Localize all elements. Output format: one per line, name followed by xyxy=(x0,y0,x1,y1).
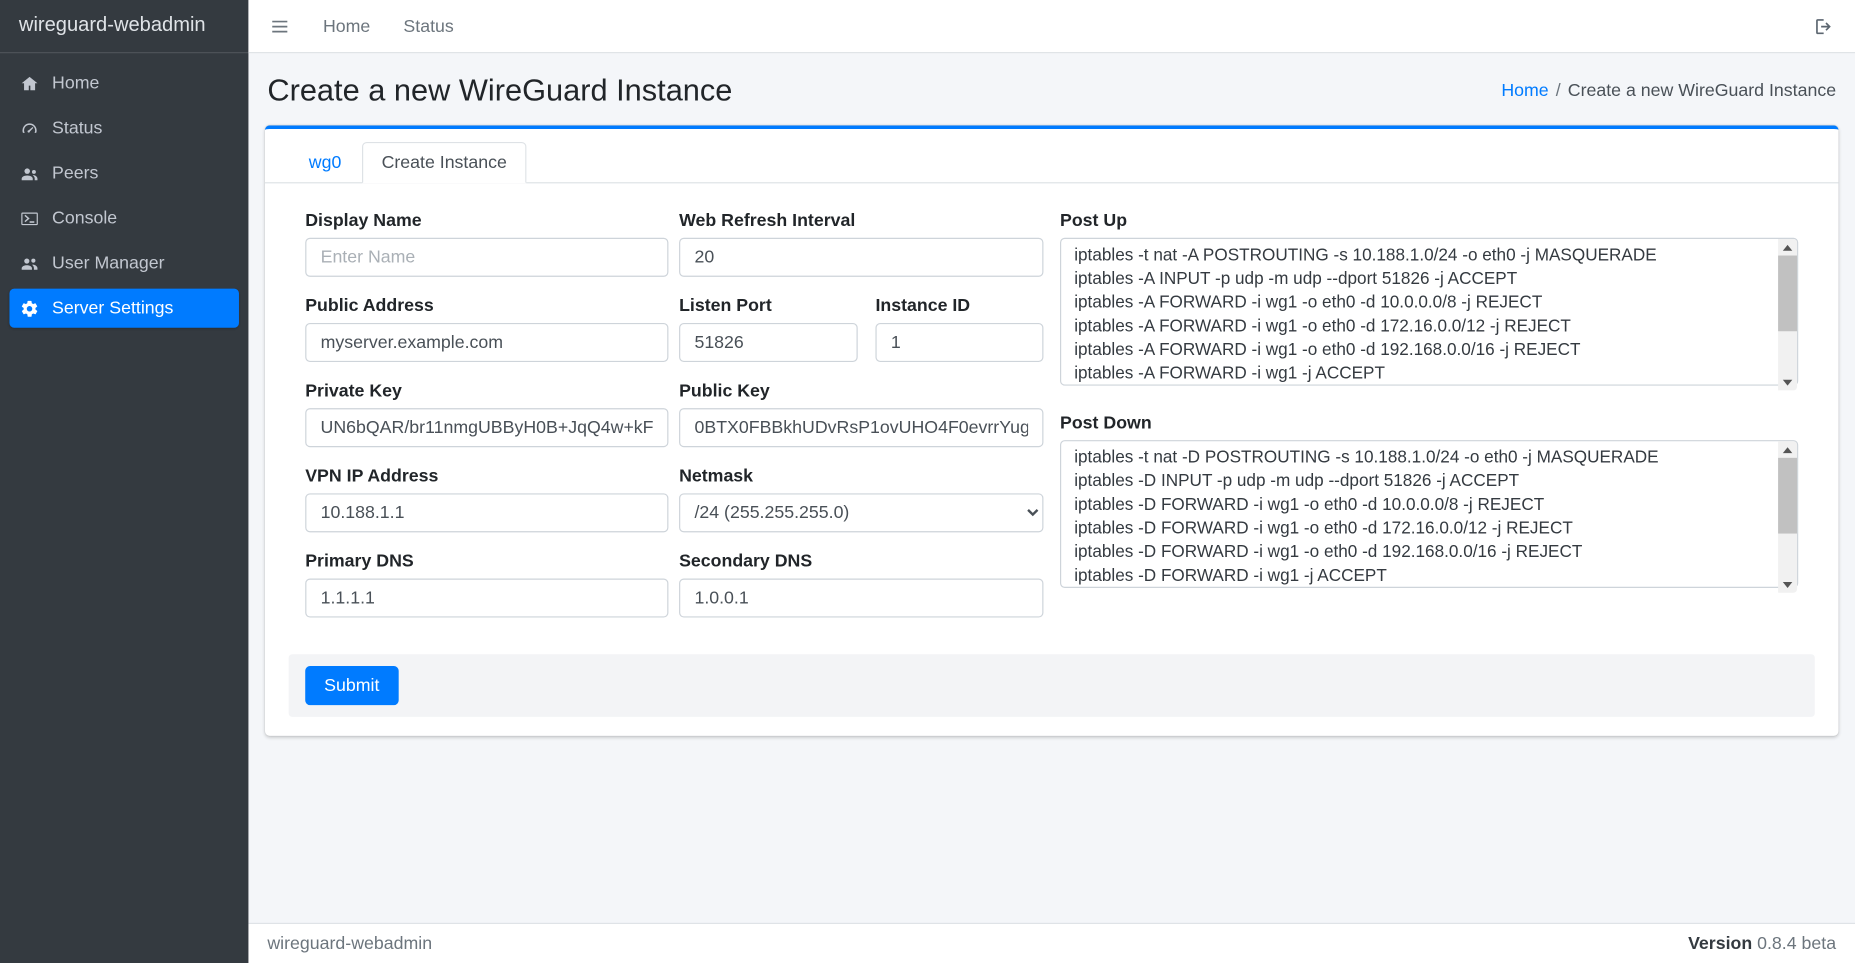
sidebar-item-label: Status xyxy=(52,118,102,138)
sidebar-item-user-manager[interactable]: User Manager xyxy=(9,244,239,283)
main-area: Home Status Create a new WireGuard Insta… xyxy=(248,0,1855,963)
page-header: Create a new WireGuard Instance Home / Cre… xyxy=(248,53,1855,125)
public-key-label: Public Key xyxy=(679,381,1043,401)
card-body: Display Name Web Refresh Interval xyxy=(265,183,1838,735)
scroll-up-icon[interactable] xyxy=(1778,239,1797,256)
content-spacer xyxy=(248,736,1855,923)
secondary-dns-field[interactable] xyxy=(679,579,1043,618)
public-address-label: Public Address xyxy=(305,296,668,316)
users-icon xyxy=(20,254,39,273)
form-left-columns: Display Name Web Refresh Interval xyxy=(305,211,1043,637)
netmask-select[interactable]: /24 (255.255.255.0) xyxy=(679,493,1043,532)
form-footer: Submit xyxy=(289,654,1815,717)
content-wrapper: Create a new WireGuard Instance Home / Cre… xyxy=(248,53,1855,963)
netmask-label: Netmask xyxy=(679,466,1043,486)
post-down-label: Post Down xyxy=(1060,413,1798,433)
terminal-icon xyxy=(20,209,39,228)
listen-port-field[interactable] xyxy=(679,323,858,362)
form-right-column: Post Up iptables -t nat -A POSTROUTING -… xyxy=(1060,211,1798,637)
scroll-down-icon[interactable] xyxy=(1778,576,1797,593)
scrollbar-thumb[interactable] xyxy=(1778,256,1797,332)
home-icon xyxy=(20,74,39,93)
sidebar-nav: Home Status Peers Console User Manager S… xyxy=(0,53,248,344)
vpn-ip-label: VPN IP Address xyxy=(305,466,668,486)
sidebar-item-console[interactable]: Console xyxy=(9,199,239,238)
peers-icon xyxy=(20,164,39,183)
tab-bar: wg0 Create Instance xyxy=(265,129,1838,183)
sidebar-item-label: Home xyxy=(52,73,99,93)
instance-card: wg0 Create Instance Display Name xyxy=(265,125,1838,735)
sidebar-item-label: Peers xyxy=(52,163,98,183)
brand-title: wireguard-webadmin xyxy=(0,0,248,53)
navbar-link-home[interactable]: Home xyxy=(323,16,370,36)
sidebar-item-home[interactable]: Home xyxy=(9,64,239,103)
secondary-dns-label: Secondary DNS xyxy=(679,551,1043,571)
scroll-down-icon[interactable] xyxy=(1778,374,1797,391)
page-title: Create a new WireGuard Instance xyxy=(267,72,732,109)
sidebar-item-status[interactable]: Status xyxy=(9,109,239,148)
version-text: Version 0.8.4 beta xyxy=(1688,933,1836,953)
sidebar-item-label: Console xyxy=(52,208,117,228)
breadcrumb-separator: / xyxy=(1556,80,1561,100)
breadcrumb: Home / Create a new WireGuard Instance xyxy=(1501,80,1836,100)
instance-id-field[interactable] xyxy=(875,323,1043,362)
listen-port-label: Listen Port xyxy=(679,296,858,316)
gear-icon xyxy=(20,299,39,318)
primary-dns-label: Primary DNS xyxy=(305,551,668,571)
private-key-label: Private Key xyxy=(305,381,668,401)
gauge-icon xyxy=(20,119,39,138)
web-refresh-interval-field[interactable] xyxy=(679,238,1043,277)
post-up-scrollbar[interactable] xyxy=(1778,239,1797,390)
version-label: Version xyxy=(1688,933,1752,953)
sidebar: wireguard-webadmin Home Status Peers Con… xyxy=(0,0,248,963)
instance-id-label: Instance ID xyxy=(875,296,1043,316)
instance-form: Display Name Web Refresh Interval xyxy=(289,211,1815,637)
sidebar-item-peers[interactable]: Peers xyxy=(9,154,239,193)
scrollbar-thumb[interactable] xyxy=(1778,458,1797,534)
display-name-label: Display Name xyxy=(305,211,668,231)
post-up-label: Post Up xyxy=(1060,211,1798,231)
public-address-field[interactable] xyxy=(305,323,668,362)
top-navbar: Home Status xyxy=(248,0,1855,53)
sidebar-item-label: User Manager xyxy=(52,253,164,273)
private-key-field[interactable] xyxy=(305,408,668,447)
post-down-scrollbar[interactable] xyxy=(1778,441,1797,592)
display-name-field[interactable] xyxy=(305,238,668,277)
post-up-textarea[interactable]: iptables -t nat -A POSTROUTING -s 10.188… xyxy=(1060,238,1798,386)
breadcrumb-current: Create a new WireGuard Instance xyxy=(1568,80,1836,100)
navbar-link-status[interactable]: Status xyxy=(403,16,453,36)
hamburger-icon[interactable] xyxy=(270,16,290,36)
scroll-up-icon[interactable] xyxy=(1778,441,1797,458)
post-down-textarea[interactable]: iptables -t nat -D POSTROUTING -s 10.188… xyxy=(1060,440,1798,588)
breadcrumb-home-link[interactable]: Home xyxy=(1501,80,1548,100)
version-value: 0.8.4 beta xyxy=(1757,933,1836,953)
tab-wg0[interactable]: wg0 xyxy=(289,142,362,183)
tab-create-instance[interactable]: Create Instance xyxy=(361,142,527,183)
sign-out-icon[interactable] xyxy=(1814,16,1834,36)
vpn-ip-field[interactable] xyxy=(305,493,668,532)
sidebar-item-server-settings[interactable]: Server Settings xyxy=(9,289,239,328)
sidebar-item-label: Server Settings xyxy=(52,298,173,318)
page-footer: wireguard-webadmin Version 0.8.4 beta xyxy=(248,923,1855,963)
footer-brand: wireguard-webadmin xyxy=(267,933,432,953)
submit-button[interactable]: Submit xyxy=(305,666,398,705)
primary-dns-field[interactable] xyxy=(305,579,668,618)
public-key-field[interactable] xyxy=(679,408,1043,447)
app-root: wireguard-webadmin Home Status Peers Con… xyxy=(0,0,1855,963)
web-refresh-interval-label: Web Refresh Interval xyxy=(679,211,1043,231)
